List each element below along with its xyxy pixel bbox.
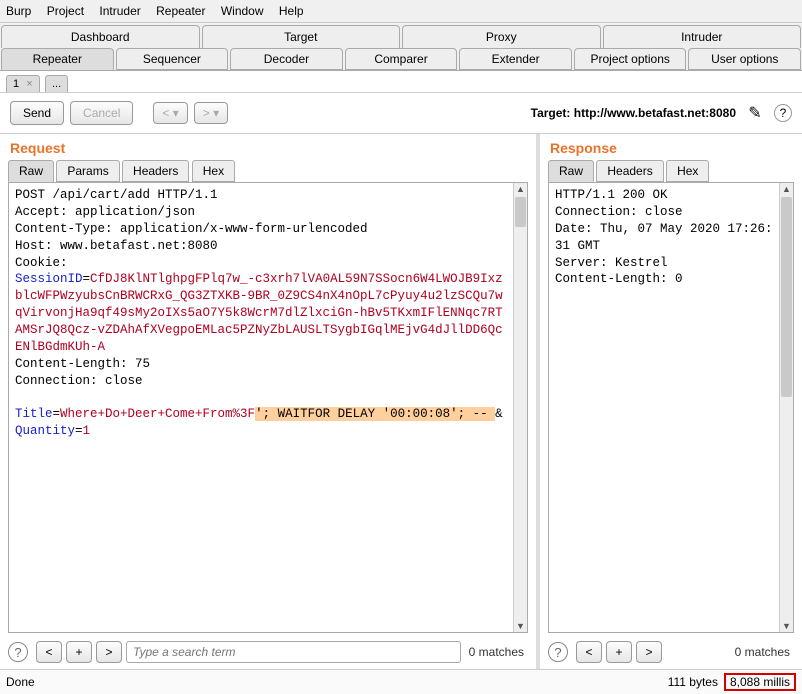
menu-project[interactable]: Project	[47, 4, 84, 18]
status-done: Done	[6, 675, 35, 689]
menubar: Burp Project Intruder Repeater Window He…	[0, 0, 802, 23]
edit-target-icon[interactable]: ✎	[746, 104, 764, 122]
help-icon[interactable]: ?	[774, 104, 792, 122]
scroll-thumb[interactable]	[515, 197, 526, 227]
tab-project-options[interactable]: Project options	[574, 48, 687, 70]
scroll-down-icon[interactable]: ▼	[780, 621, 793, 631]
search-add-button[interactable]: +	[66, 641, 92, 663]
request-scrollbar[interactable]: ▲ ▼	[513, 183, 527, 632]
tab-extender[interactable]: Extender	[459, 48, 572, 70]
scroll-thumb[interactable]	[781, 197, 792, 397]
close-tab-icon[interactable]: ×	[26, 78, 32, 90]
request-tab-raw[interactable]: Raw	[8, 160, 54, 182]
target-url: http://www.betafast.net:8080	[574, 106, 736, 120]
scroll-down-icon[interactable]: ▼	[514, 621, 527, 631]
menu-help[interactable]: Help	[279, 4, 304, 18]
second-tabs: Repeater Sequencer Decoder Comparer Exte…	[0, 48, 802, 71]
request-panel: Request Raw Params Headers Hex POST /api…	[0, 134, 540, 669]
response-help-icon[interactable]: ?	[548, 642, 568, 662]
menu-burp[interactable]: Burp	[6, 4, 31, 18]
request-tab-params[interactable]: Params	[56, 160, 119, 182]
response-footer: ? < + > 0 matches	[540, 637, 802, 669]
repeater-tab-more[interactable]: ...	[45, 75, 68, 92]
repeater-tab-1[interactable]: 1 ×	[6, 75, 40, 92]
response-tab-hex[interactable]: Hex	[666, 160, 709, 182]
search-add-button[interactable]: +	[606, 641, 632, 663]
repeater-tab-label: 1	[13, 78, 19, 90]
tab-comparer[interactable]: Comparer	[345, 48, 458, 70]
request-tab-hex[interactable]: Hex	[192, 160, 235, 182]
response-scrollbar[interactable]: ▲ ▼	[779, 183, 793, 632]
toolbar: Send Cancel < ▾ > ▾ Target: http://www.b…	[0, 93, 802, 133]
menu-intruder[interactable]: Intruder	[99, 4, 140, 18]
tab-dashboard[interactable]: Dashboard	[1, 25, 200, 48]
menu-repeater[interactable]: Repeater	[156, 4, 205, 18]
request-editor-wrap: POST /api/cart/add HTTP/1.1 Accept: appl…	[8, 182, 528, 633]
scroll-up-icon[interactable]: ▲	[780, 184, 793, 194]
tab-proxy[interactable]: Proxy	[402, 25, 601, 48]
request-editor[interactable]: POST /api/cart/add HTTP/1.1 Accept: appl…	[9, 183, 513, 632]
response-tab-raw[interactable]: Raw	[548, 160, 594, 182]
repeater-tab-row: 1 × ...	[0, 71, 802, 93]
response-editor-wrap: HTTP/1.1 200 OK Connection: close Date: …	[548, 182, 794, 633]
search-prev-button[interactable]: <	[576, 641, 602, 663]
send-button[interactable]: Send	[10, 101, 64, 125]
response-tab-headers[interactable]: Headers	[596, 160, 663, 182]
request-matches: 0 matches	[465, 645, 528, 659]
menu-window[interactable]: Window	[221, 4, 264, 18]
request-subtabs: Raw Params Headers Hex	[0, 160, 536, 182]
search-prev-button[interactable]: <	[36, 641, 62, 663]
search-next-button[interactable]: >	[636, 641, 662, 663]
status-bytes: 111 bytes	[668, 675, 718, 689]
history-back-button[interactable]: < ▾	[153, 102, 187, 124]
scroll-up-icon[interactable]: ▲	[514, 184, 527, 194]
status-millis: 8,088 millis	[724, 673, 796, 691]
tab-target[interactable]: Target	[202, 25, 401, 48]
cancel-button[interactable]: Cancel	[70, 101, 133, 125]
response-matches: 0 matches	[731, 645, 794, 659]
tab-intruder[interactable]: Intruder	[603, 25, 802, 48]
tab-sequencer[interactable]: Sequencer	[116, 48, 229, 70]
search-next-button[interactable]: >	[96, 641, 122, 663]
response-editor[interactable]: HTTP/1.1 200 OK Connection: close Date: …	[549, 183, 779, 632]
response-panel: Response Raw Headers Hex HTTP/1.1 200 OK…	[540, 134, 802, 669]
request-tab-headers[interactable]: Headers	[122, 160, 189, 182]
history-forward-button[interactable]: > ▾	[194, 102, 228, 124]
target-label: Target: http://www.betafast.net:8080	[531, 106, 736, 120]
tab-user-options[interactable]: User options	[688, 48, 801, 70]
tab-repeater[interactable]: Repeater	[1, 48, 114, 70]
target-label-text: Target:	[531, 106, 571, 120]
request-footer: ? < + > 0 matches	[0, 637, 536, 669]
request-title: Request	[0, 134, 536, 160]
request-help-icon[interactable]: ?	[8, 642, 28, 662]
response-title: Response	[540, 134, 802, 160]
request-search-input[interactable]	[126, 641, 461, 663]
panels: Request Raw Params Headers Hex POST /api…	[0, 133, 802, 669]
statusbar: Done 111 bytes 8,088 millis	[0, 669, 802, 694]
response-subtabs: Raw Headers Hex	[540, 160, 802, 182]
top-tabs: Dashboard Target Proxy Intruder	[0, 23, 802, 48]
tab-decoder[interactable]: Decoder	[230, 48, 343, 70]
